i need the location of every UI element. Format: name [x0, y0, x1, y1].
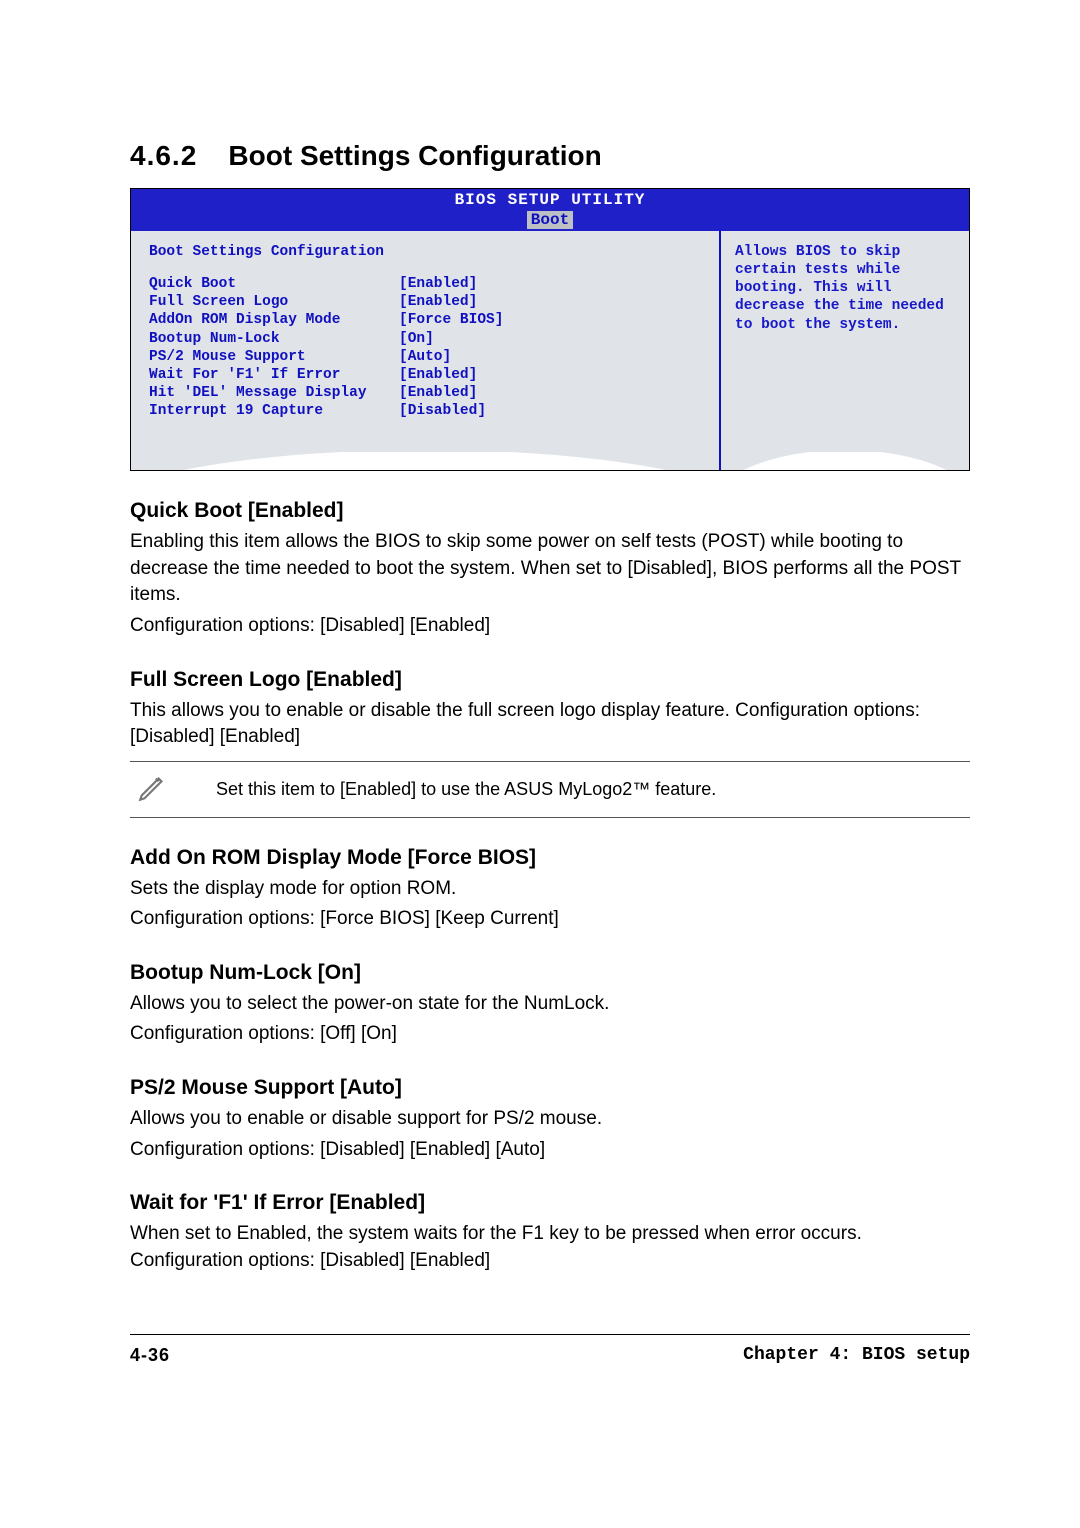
- bios-setting-value: [Enabled]: [399, 366, 477, 384]
- bios-setting-value: [Enabled]: [399, 275, 477, 293]
- option-body: Configuration options: [Force BIOS] [Kee…: [130, 906, 970, 933]
- bios-tab-boot: Boot: [527, 211, 573, 229]
- chapter-label: Chapter 4: BIOS setup: [743, 1345, 970, 1366]
- option-body: Enabling this item allows the BIOS to sk…: [130, 529, 970, 609]
- bios-setting-row: Interrupt 19 Capture[Disabled]: [149, 402, 701, 420]
- option-body: This allows you to enable or disable the…: [130, 698, 970, 751]
- bios-setting-value: [Auto]: [399, 348, 451, 366]
- bios-setting-label: AddOn ROM Display Mode: [149, 311, 399, 329]
- bios-setting-value: [On]: [399, 330, 434, 348]
- option-heading: PS/2 Mouse Support [Auto]: [130, 1076, 970, 1100]
- bios-tab-row: Boot: [131, 211, 969, 231]
- bios-setting-row: Full Screen Logo[Enabled]: [149, 293, 701, 311]
- option-heading: Quick Boot [Enabled]: [130, 499, 970, 523]
- bios-setting-row: Hit 'DEL' Message Display[Enabled]: [149, 384, 701, 402]
- bios-config-title: Boot Settings Configuration: [149, 243, 701, 261]
- option-heading: Add On ROM Display Mode [Force BIOS]: [130, 846, 970, 870]
- note-text: Set this item to [Enabled] to use the AS…: [216, 779, 970, 800]
- section-heading: 4.6.2 Boot Settings Configuration: [130, 140, 970, 172]
- bios-setting-label: Hit 'DEL' Message Display: [149, 384, 399, 402]
- bios-setting-row: Wait For 'F1' If Error[Enabled]: [149, 366, 701, 384]
- bios-setting-value: [Disabled]: [399, 402, 486, 420]
- option-heading: Wait for 'F1' If Error [Enabled]: [130, 1191, 970, 1215]
- note-box: Set this item to [Enabled] to use the AS…: [130, 761, 970, 818]
- bios-help-text: Allows BIOS to skip certain tests while …: [735, 244, 944, 333]
- bios-setting-label: PS/2 Mouse Support: [149, 348, 399, 366]
- bios-setting-row: AddOn ROM Display Mode[Force BIOS]: [149, 311, 701, 329]
- page-number: 4-36: [130, 1345, 170, 1366]
- pencil-icon: [130, 770, 216, 809]
- page-footer: 4-36 Chapter 4: BIOS setup: [130, 1334, 970, 1366]
- bios-setting-label: Full Screen Logo: [149, 293, 399, 311]
- bios-setting-row: Bootup Num-Lock[On]: [149, 330, 701, 348]
- option-body: When set to Enabled, the system waits fo…: [130, 1221, 970, 1274]
- bios-setting-row: Quick Boot[Enabled]: [149, 275, 701, 293]
- bios-setting-row: PS/2 Mouse Support[Auto]: [149, 348, 701, 366]
- bios-setting-label: Wait For 'F1' If Error: [149, 366, 399, 384]
- bios-utility-title: BIOS SETUP UTILITY: [131, 189, 969, 211]
- section-title: Boot Settings Configuration: [228, 140, 601, 171]
- option-body: Configuration options: [Disabled] [Enabl…: [130, 613, 970, 640]
- bios-help-pane: Allows BIOS to skip certain tests while …: [721, 231, 969, 452]
- bios-setting-label: Interrupt 19 Capture: [149, 402, 399, 420]
- bios-setting-label: Quick Boot: [149, 275, 399, 293]
- bios-setting-value: [Force BIOS]: [399, 311, 503, 329]
- option-body: Allows you to select the power-on state …: [130, 991, 970, 1018]
- bios-setting-value: [Enabled]: [399, 384, 477, 402]
- option-body: Sets the display mode for option ROM.: [130, 876, 970, 903]
- section-number: 4.6.2: [130, 140, 197, 171]
- option-body: Configuration options: [Off] [On]: [130, 1021, 970, 1048]
- option-heading: Full Screen Logo [Enabled]: [130, 668, 970, 692]
- bios-setting-label: Bootup Num-Lock: [149, 330, 399, 348]
- bios-setting-value: [Enabled]: [399, 293, 477, 311]
- option-heading: Bootup Num-Lock [On]: [130, 961, 970, 985]
- bios-screenshot: BIOS SETUP UTILITY Boot Boot Settings Co…: [130, 188, 970, 471]
- option-body: Configuration options: [Disabled] [Enabl…: [130, 1137, 970, 1164]
- option-body: Allows you to enable or disable support …: [130, 1106, 970, 1133]
- bios-settings-pane: Boot Settings Configuration Quick Boot[E…: [131, 231, 721, 452]
